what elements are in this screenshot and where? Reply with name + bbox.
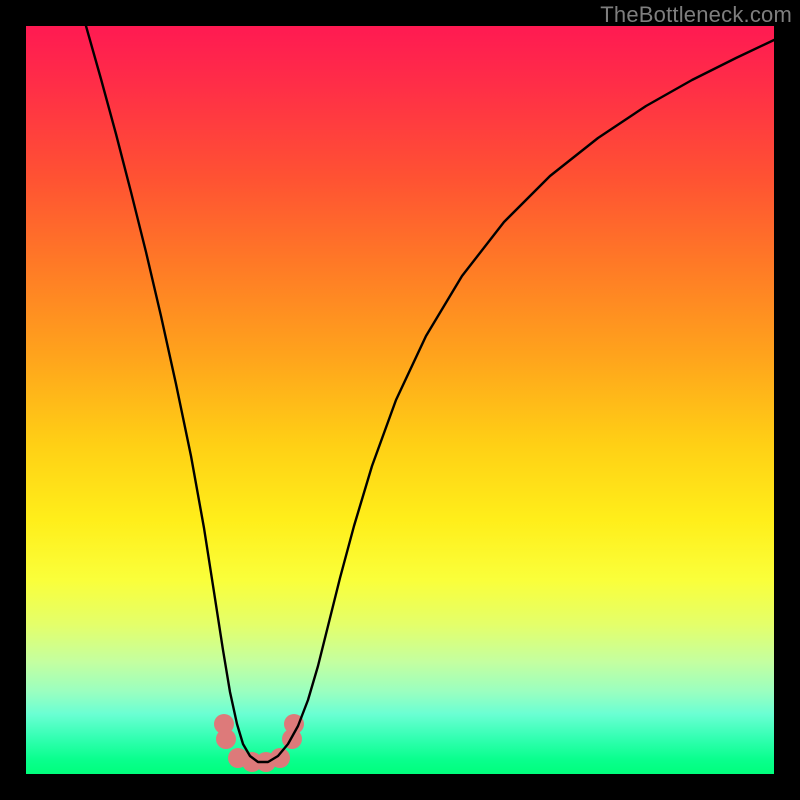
chart-svg <box>26 26 774 774</box>
trough-markers <box>214 714 304 772</box>
trough-marker <box>216 729 236 749</box>
plot-area <box>26 26 774 774</box>
watermark-text: TheBottleneck.com <box>600 2 792 28</box>
chart-frame: TheBottleneck.com <box>0 0 800 800</box>
main-curve <box>86 26 774 762</box>
